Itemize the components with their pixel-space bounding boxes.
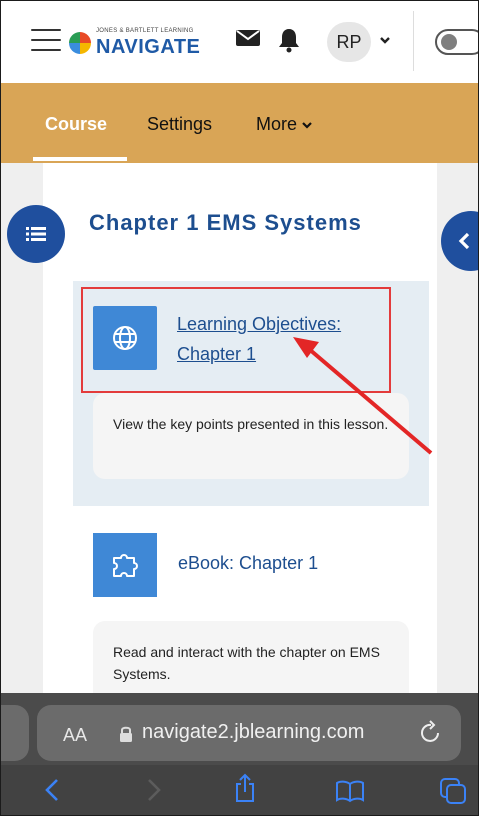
active-tab-indicator: [33, 157, 127, 161]
chevron-down-icon[interactable]: [378, 33, 392, 47]
bell-icon[interactable]: [277, 27, 305, 55]
forward-arrow-icon[interactable]: [145, 777, 163, 808]
device-frame: JONES & BARTLETT LEARNING NAVIGATE RP Co…: [0, 0, 479, 816]
course-tab-bar: Course Settings More: [1, 83, 478, 163]
tab-settings[interactable]: Settings: [147, 114, 212, 135]
page-title: Chapter 1 EMS Systems: [89, 210, 362, 235]
edit-mode-toggle[interactable]: [435, 29, 478, 55]
navbar-divider: [413, 11, 414, 71]
logo-publisher-text: JONES & BARTLETT LEARNING: [96, 28, 194, 34]
puzzle-icon[interactable]: [93, 533, 157, 597]
url-text[interactable]: navigate2.jblearning.com: [142, 721, 364, 744]
previous-tab-peek[interactable]: [1, 705, 29, 761]
share-icon[interactable]: [233, 773, 257, 808]
reload-icon[interactable]: [419, 719, 443, 750]
lock-icon: [119, 725, 133, 748]
ebook-link[interactable]: eBook: Chapter 1: [178, 553, 318, 574]
back-arrow-icon[interactable]: [43, 777, 61, 808]
list-icon: [26, 227, 46, 241]
learning-objectives-description: View the key points presented in this le…: [93, 393, 409, 479]
course-index-drawer-button[interactable]: [7, 205, 65, 263]
chevron-left-icon: [458, 232, 470, 250]
user-avatar[interactable]: RP: [327, 22, 371, 62]
tab-more[interactable]: More: [256, 114, 313, 135]
top-navbar: JONES & BARTLETT LEARNING NAVIGATE RP: [1, 1, 478, 84]
annotation-highlight-box: [81, 287, 391, 393]
text-size-button[interactable]: AA: [63, 725, 87, 746]
tab-course[interactable]: Course: [45, 114, 107, 135]
navigate-logo[interactable]: JONES & BARTLETT LEARNING NAVIGATE: [69, 25, 201, 59]
tab-more-label: More: [256, 114, 298, 134]
chevron-down-icon: [302, 122, 312, 129]
bookmarks-icon[interactable]: [335, 779, 365, 808]
toggle-knob: [441, 34, 457, 50]
logo-brand-text: NAVIGATE: [96, 36, 201, 58]
envelope-icon[interactable]: [235, 27, 263, 55]
hamburger-menu-icon[interactable]: [31, 29, 61, 51]
tabs-icon[interactable]: [439, 777, 467, 810]
block-drawer-button[interactable]: [441, 211, 478, 271]
logo-mark-icon: [69, 32, 91, 54]
